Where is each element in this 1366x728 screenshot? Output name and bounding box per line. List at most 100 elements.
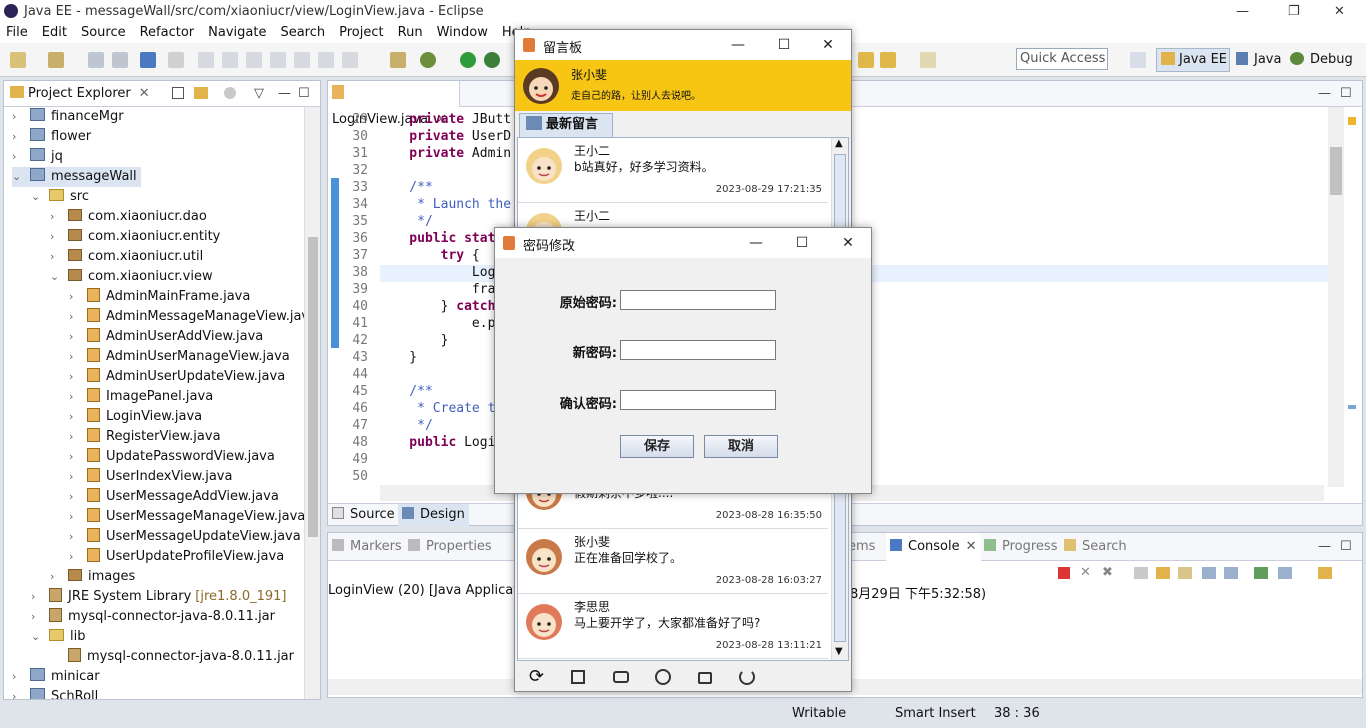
expand-toggle-icon[interactable]: › <box>31 607 43 627</box>
save-button[interactable]: 保存 <box>620 435 694 458</box>
tree-item[interactable]: › flower <box>12 127 91 147</box>
expand-toggle-icon[interactable]: ⌄ <box>31 627 43 647</box>
perspective-java[interactable]: Java <box>1236 48 1281 72</box>
expand-toggle-icon[interactable]: › <box>50 207 62 227</box>
refresh-icon[interactable]: ⟳ <box>529 668 544 686</box>
run-icon[interactable] <box>460 52 476 68</box>
tree-item[interactable]: › LoginView.java <box>69 407 202 427</box>
lock-icon[interactable] <box>698 672 712 684</box>
tree-item[interactable]: › AdminUserUpdateView.java <box>69 367 285 387</box>
new-dropdown-icon[interactable] <box>48 52 64 68</box>
power-icon[interactable] <box>739 669 755 685</box>
tree-item[interactable]: › JRE System Library [jre1.8.0_191] <box>31 587 286 607</box>
close-icon[interactable]: ✕ <box>1334 0 1345 23</box>
scroll-lock-icon[interactable] <box>1156 567 1170 579</box>
message-item[interactable]: 王小二 b站真好，好多学习资料。 2023-08-29 17:21:35 <box>518 138 828 203</box>
minimize-icon[interactable]: — <box>1236 0 1249 23</box>
expand-toggle-icon[interactable]: › <box>50 247 62 267</box>
close-console-icon[interactable]: ✕ <box>966 539 977 554</box>
confirm-password-field[interactable] <box>620 390 776 410</box>
word-wrap-icon[interactable] <box>1178 567 1192 579</box>
menu-window[interactable]: Window <box>437 23 488 43</box>
close-tab-icon[interactable]: ✕ <box>139 86 150 101</box>
remove-all-icon[interactable]: ✖ <box>1102 565 1113 580</box>
expand-toggle-icon[interactable]: › <box>50 567 62 587</box>
clear-console-icon[interactable] <box>1134 567 1148 579</box>
menu-file[interactable]: File <box>6 23 28 43</box>
expand-toggle-icon[interactable]: › <box>69 347 81 367</box>
tab-source[interactable]: Source <box>332 504 395 526</box>
tree-item[interactable]: › UserIndexView.java <box>69 467 232 487</box>
editor-tab-loginview[interactable]: LoginView.java ✕ <box>328 81 460 127</box>
msgboard-close-icon[interactable]: ✕ <box>805 30 851 60</box>
tree-item[interactable]: › UserMessageUpdateView.java <box>69 527 301 547</box>
editor-vscroll-thumb[interactable] <box>1330 147 1342 195</box>
editor-vscrollbar[interactable] <box>1328 107 1344 487</box>
use-step-filters-icon[interactable] <box>390 52 406 68</box>
tree-item[interactable]: › SchRoll <box>12 687 98 699</box>
tree-scrollbar-thumb[interactable] <box>308 237 318 537</box>
expand-toggle-icon[interactable]: › <box>50 227 62 247</box>
collapse-all-icon[interactable] <box>172 87 184 99</box>
skip-breakpoints-icon[interactable] <box>168 52 184 68</box>
tab-servers-partial[interactable]: ems <box>848 533 875 561</box>
perspective-javaee[interactable]: Java EE <box>1156 48 1230 72</box>
display-console-icon[interactable] <box>1278 567 1292 579</box>
minimize-editor-icon[interactable]: — <box>1318 81 1331 107</box>
tree-item[interactable]: › AdminMainFrame.java <box>69 287 250 307</box>
expand-toggle-icon[interactable]: › <box>12 667 24 687</box>
tab-properties[interactable]: Properties <box>408 533 492 561</box>
tree-item[interactable]: ⌄ com.xiaoniucr.view <box>50 267 213 287</box>
project-explorer-tab[interactable]: Project Explorer ✕ ▽ — ☐ <box>4 81 320 107</box>
maximize-console-icon[interactable]: ☐ <box>1340 533 1352 561</box>
tree-item[interactable]: › images <box>50 567 135 587</box>
scroll-down-icon[interactable]: ▼ <box>835 646 843 657</box>
step-over-icon[interactable] <box>294 52 310 68</box>
step-return-icon[interactable] <box>318 52 334 68</box>
expand-toggle-icon[interactable]: › <box>12 147 24 167</box>
tree-item[interactable]: mysql-connector-java-8.0.11.jar <box>50 647 294 667</box>
tree-item[interactable]: › com.xiaoniucr.dao <box>50 207 207 227</box>
expand-toggle-icon[interactable]: ⌄ <box>50 267 62 287</box>
pwd-minimize-icon[interactable]: — <box>733 228 779 258</box>
tree-item[interactable]: › com.xiaoniucr.entity <box>50 227 220 247</box>
expand-toggle-icon[interactable]: › <box>69 367 81 387</box>
show-stdout-icon[interactable] <box>1202 567 1216 579</box>
save-icon[interactable] <box>88 52 104 68</box>
minimize-view-icon[interactable]: — <box>278 81 291 107</box>
step-icon[interactable] <box>270 52 286 68</box>
menu-navigate[interactable]: Navigate <box>208 23 266 43</box>
expand-toggle-icon[interactable]: › <box>12 687 24 699</box>
link-editor-icon[interactable] <box>194 87 208 99</box>
menu-project[interactable]: Project <box>339 23 383 43</box>
expand-toggle-icon[interactable]: › <box>69 447 81 467</box>
back-icon[interactable] <box>858 52 874 68</box>
tree-item[interactable]: › financeMgr <box>12 107 124 127</box>
new-password-field[interactable] <box>620 340 776 360</box>
menu-source[interactable]: Source <box>81 23 126 43</box>
minimize-console-icon[interactable]: — <box>1318 533 1331 561</box>
restore-icon[interactable]: ❐ <box>1288 0 1300 23</box>
expand-toggle-icon[interactable]: › <box>69 547 81 567</box>
old-password-field[interactable] <box>620 290 776 310</box>
remove-launch-icon[interactable]: ✕ <box>1080 565 1091 580</box>
expand-toggle-icon[interactable]: › <box>69 507 81 527</box>
tree-item[interactable]: › mysql-connector-java-8.0.11.jar <box>31 607 275 627</box>
profile-icon[interactable] <box>655 669 671 685</box>
message-item[interactable]: 李思思 马上要开学了，大家都准备好了吗? 2023-08-28 13:11:21 <box>518 594 828 659</box>
expand-toggle-icon[interactable]: › <box>69 427 81 447</box>
tree-item[interactable]: › minicar <box>12 667 100 687</box>
focus-icon[interactable] <box>224 87 236 99</box>
tree-item[interactable]: › UpdatePasswordView.java <box>69 447 275 467</box>
previous-edit-icon[interactable] <box>880 52 896 68</box>
expand-toggle-icon[interactable]: › <box>31 587 43 607</box>
msgboard-maximize-icon[interactable]: ☐ <box>761 30 807 60</box>
tree-item[interactable]: › UserMessageAddView.java <box>69 487 279 507</box>
msgboard-minimize-icon[interactable]: — <box>715 30 761 60</box>
terminate-console-icon[interactable] <box>1058 567 1070 579</box>
expand-toggle-icon[interactable]: › <box>69 527 81 547</box>
tree-item[interactable]: › AdminMessageManageView.java <box>69 307 304 327</box>
console-icon[interactable] <box>140 52 156 68</box>
perspective-debug[interactable]: Debug <box>1290 48 1353 72</box>
pwd-maximize-icon[interactable]: ☐ <box>779 228 825 258</box>
